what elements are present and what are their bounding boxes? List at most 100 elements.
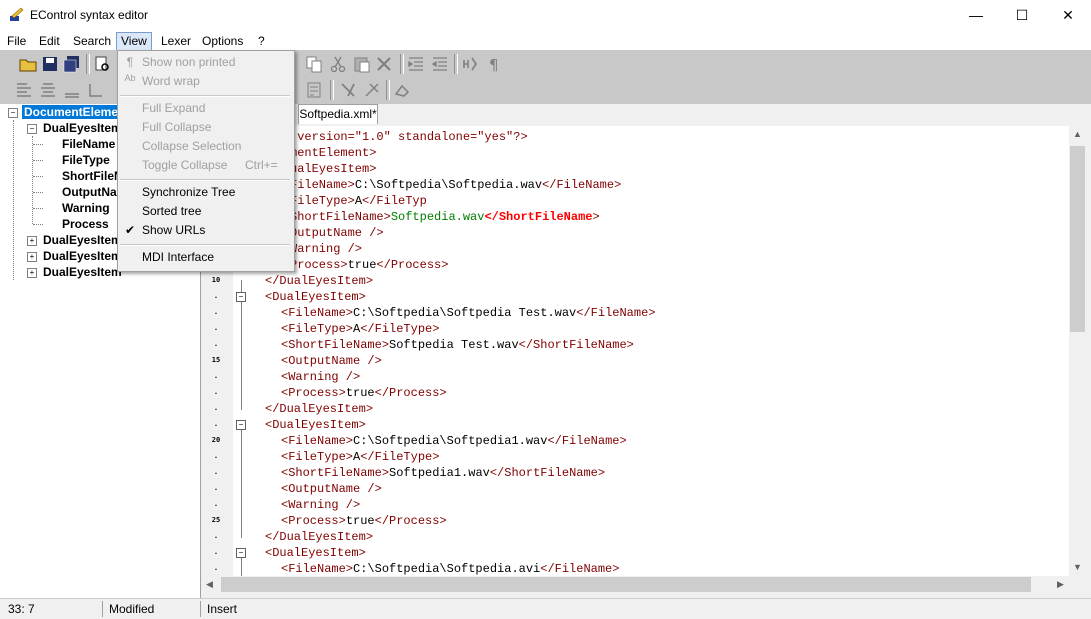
menu-separator	[120, 244, 290, 246]
tree-item-dualeyes[interactable]: DualEyesItem	[43, 232, 122, 248]
menu-file[interactable]: File	[3, 32, 30, 50]
tree-item-dualeyes[interactable]: DualEyesItem	[43, 264, 122, 280]
justify-icon[interactable]	[86, 80, 106, 100]
menu-item-show-urls[interactable]: Show URLs	[142, 221, 205, 240]
tree-item-root[interactable]: DocumentElement	[22, 104, 132, 120]
horizontal-scrollbar[interactable]: ◀ ▶	[201, 576, 1069, 593]
line-number: 10	[211, 276, 221, 284]
line-number: .	[213, 548, 219, 556]
scroll-right-icon[interactable]: ▶	[1052, 576, 1069, 593]
code-line: <Process>true</Process>	[281, 514, 447, 528]
code-line: <FileType>A</FileType>	[281, 450, 440, 464]
vertical-scrollbar[interactable]: ▲ ▼	[1069, 126, 1086, 576]
tree-branch	[33, 224, 43, 225]
fold-collapse-icon[interactable]: −	[236, 420, 246, 430]
menu-lexer[interactable]: Lexer	[157, 32, 195, 50]
tree-item-filename[interactable]: FileName	[62, 136, 115, 152]
svg-text:¶: ¶	[489, 56, 499, 74]
code-line: </DualEyesItem>	[265, 530, 374, 544]
collapse-item-icon[interactable]: −	[27, 124, 37, 134]
code-line: <Process>true</Process>	[281, 386, 447, 400]
title-bar: EControl syntax editor — ☐ ✕	[0, 0, 1091, 30]
toggle-collapse-shortcut: Ctrl+=	[245, 158, 278, 172]
menu-item-sorted-tree[interactable]: Sorted tree	[142, 202, 201, 221]
align-right-icon[interactable]	[62, 80, 82, 100]
code-line: <DualEyesItem>	[265, 546, 366, 560]
pilcrow-icon[interactable]: ¶	[484, 54, 504, 74]
menu-item-full-collapse[interactable]: Full Collapse	[142, 118, 211, 137]
paste-icon[interactable]	[352, 54, 372, 74]
menu-item-mdi-interface[interactable]: MDI Interface	[142, 248, 214, 267]
outline-icon[interactable]	[304, 80, 324, 100]
tree-item-warning[interactable]: Warning	[62, 200, 110, 216]
indent-icon[interactable]	[406, 54, 426, 74]
line-number: .	[213, 452, 219, 460]
tree-branch	[33, 176, 43, 177]
fold-line	[241, 430, 242, 538]
save-all-icon[interactable]	[62, 54, 82, 74]
tree-item-dualeyes[interactable]: DualEyesItem	[43, 248, 122, 264]
menu-view[interactable]: View	[116, 32, 152, 52]
unindent-icon[interactable]	[430, 54, 450, 74]
expand-item-icon[interactable]: +	[27, 236, 37, 246]
code-line: <Warning />	[281, 498, 361, 512]
menu-help[interactable]: ?	[254, 32, 269, 50]
find-icon[interactable]	[460, 54, 480, 74]
menu-item-toggle-collapse[interactable]: Toggle Collapse	[142, 156, 227, 175]
maximize-button[interactable]: ☐	[999, 0, 1045, 30]
bookmark-icon[interactable]	[338, 80, 358, 100]
scroll-thumb[interactable]	[1070, 146, 1085, 332]
expand-item-icon[interactable]: +	[27, 268, 37, 278]
fold-line	[241, 302, 242, 410]
code-line: <FileName>C:\Softpedia\Softpedia.avi</Fi…	[281, 562, 620, 576]
code-line: OutputName />	[290, 226, 384, 240]
print-preview-icon[interactable]	[92, 54, 112, 74]
line-number: 20	[211, 436, 221, 444]
menu-item-synchronize-tree[interactable]: Synchronize Tree	[142, 183, 235, 202]
tree-item-dualeyes[interactable]: DualEyesItem	[43, 120, 122, 136]
menu-item-collapse-selection[interactable]: Collapse Selection	[142, 137, 241, 156]
pilcrow-icon: ¶	[126, 55, 134, 69]
minimize-button[interactable]: —	[953, 0, 999, 30]
menu-edit[interactable]: Edit	[35, 32, 64, 50]
expand-item-icon[interactable]: +	[27, 252, 37, 262]
menu-item-show-non-printed[interactable]: Show non printed	[142, 53, 235, 72]
tree-item-filetype[interactable]: FileType	[62, 152, 110, 168]
menu-options[interactable]: Options	[198, 32, 247, 50]
line-number: .	[213, 308, 219, 316]
scroll-up-icon[interactable]: ▲	[1069, 126, 1086, 143]
delete-icon[interactable]	[374, 54, 394, 74]
code-line: </DualEyesItem>	[265, 274, 374, 288]
menu-separator	[120, 95, 290, 97]
scroll-left-icon[interactable]: ◀	[201, 576, 218, 593]
scroll-down-icon[interactable]: ▼	[1069, 559, 1086, 576]
fold-collapse-icon[interactable]: −	[236, 548, 246, 558]
fold-collapse-icon[interactable]: −	[236, 292, 246, 302]
open-folder-icon[interactable]	[18, 54, 38, 74]
line-number: .	[213, 500, 219, 508]
copy-icon[interactable]	[304, 54, 324, 74]
collapse-root-icon[interactable]: −	[8, 108, 18, 118]
close-button[interactable]: ✕	[1045, 0, 1091, 30]
app-pencil-icon	[10, 7, 24, 21]
macro-icon[interactable]	[362, 80, 382, 100]
status-bar: 33: 7 Modified Insert	[0, 598, 1091, 619]
align-left-icon[interactable]	[14, 80, 34, 100]
tab-softpedia-xml[interactable]: Softpedia.xml*	[298, 104, 378, 124]
menu-item-word-wrap[interactable]: Word wrap	[142, 72, 200, 91]
toolbar-separator	[330, 80, 334, 100]
tree-item-process[interactable]: Process	[62, 216, 109, 232]
code-line: <OutputName />	[281, 354, 382, 368]
menu-bar: File Edit Search View Lexer Options ?	[0, 30, 1091, 52]
save-icon[interactable]	[40, 54, 60, 74]
line-number: .	[213, 564, 219, 572]
menu-item-full-expand[interactable]: Full Expand	[142, 99, 205, 118]
line-number: .	[213, 388, 219, 396]
menu-search[interactable]: Search	[69, 32, 115, 50]
scroll-thumb[interactable]	[221, 577, 1031, 592]
cut-icon[interactable]	[328, 54, 348, 74]
code-line: Process>true</Process>	[290, 258, 449, 272]
clear-icon[interactable]	[392, 80, 412, 100]
line-number: .	[213, 484, 219, 492]
align-center-icon[interactable]	[38, 80, 58, 100]
